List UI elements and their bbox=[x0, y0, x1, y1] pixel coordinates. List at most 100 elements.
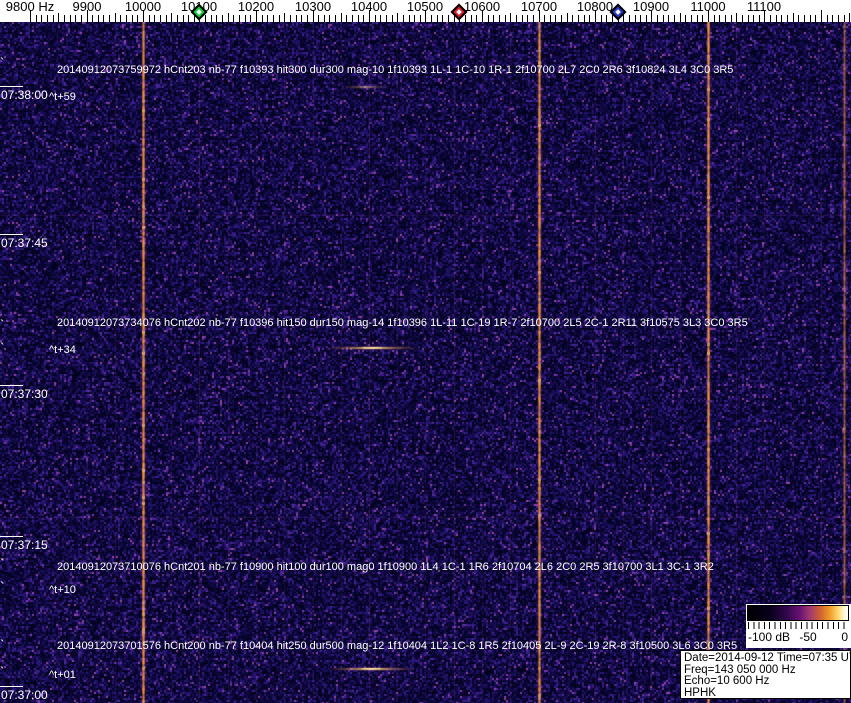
freq-tick bbox=[329, 15, 330, 22]
freq-tick bbox=[516, 15, 517, 22]
freq-tick bbox=[81, 15, 82, 22]
freq-tick bbox=[505, 15, 506, 22]
time-label-text: 07:38:00 bbox=[1, 88, 48, 102]
freq-tick bbox=[273, 15, 274, 22]
freq-tick bbox=[781, 15, 782, 22]
freq-tick bbox=[714, 15, 715, 22]
freq-tick bbox=[719, 15, 720, 22]
event-mark: ` bbox=[0, 556, 5, 571]
freq-tick bbox=[262, 15, 263, 22]
detection-log-line: 20140912073701576 hCnt200 nb-77 f10404 h… bbox=[57, 640, 738, 652]
freq-tick bbox=[488, 15, 489, 22]
freq-tick bbox=[216, 15, 217, 22]
freq-tick bbox=[601, 15, 602, 22]
detection-log-line: 20140912073710076 hCnt201 nb-77 f10900 h… bbox=[57, 561, 714, 573]
freq-tick bbox=[776, 15, 777, 22]
freq-tick bbox=[233, 15, 234, 22]
freq-tick bbox=[674, 15, 675, 22]
freq-tick bbox=[92, 15, 93, 22]
freq-tick bbox=[307, 15, 308, 22]
frequency-axis: 9800 Hz990010000101001020010300104001050… bbox=[0, 0, 851, 22]
freq-tick bbox=[550, 15, 551, 22]
info-date-line: Date=2014-09-12 Time=07:35 UTC bbox=[684, 652, 851, 664]
freq-tick bbox=[205, 15, 206, 22]
event-mark: ` bbox=[0, 340, 5, 355]
freq-axis-label: 10900 bbox=[632, 0, 670, 14]
freq-tick bbox=[36, 15, 37, 22]
freq-tick bbox=[53, 15, 54, 22]
freq-axis-label: 10200 bbox=[237, 0, 275, 14]
freq-tick bbox=[635, 15, 636, 22]
freq-tick bbox=[375, 15, 376, 22]
freq-tick bbox=[697, 15, 698, 22]
db-color-scale: -100 dB -50 0 bbox=[746, 604, 851, 648]
freq-tick bbox=[798, 15, 799, 22]
freq-tick bbox=[109, 15, 110, 22]
time-tick-line bbox=[0, 86, 23, 87]
freq-tick bbox=[691, 15, 692, 22]
freq-tick bbox=[578, 15, 579, 22]
detection-time-offset: ^t+01 bbox=[49, 669, 76, 681]
freq-tick bbox=[589, 15, 590, 22]
freq-tick bbox=[64, 15, 65, 22]
color-gradient-bar bbox=[747, 605, 849, 621]
freq-tick bbox=[380, 15, 381, 22]
freq-tick bbox=[386, 15, 387, 22]
freq-tick bbox=[499, 15, 500, 22]
color-scale-labels: -100 dB -50 0 bbox=[746, 630, 851, 646]
freq-tick bbox=[476, 15, 477, 22]
freq-tick bbox=[75, 15, 76, 22]
time-tick-line bbox=[0, 536, 23, 537]
db-max-label: 0 bbox=[841, 630, 848, 644]
freq-tick bbox=[58, 13, 59, 22]
freq-tick bbox=[211, 15, 212, 22]
freq-axis-label: 10400 bbox=[350, 0, 388, 14]
freq-tick bbox=[493, 15, 494, 22]
freq-tick bbox=[448, 15, 449, 22]
freq-tick bbox=[759, 15, 760, 22]
info-echo-line: Echo=10 600 Hz bbox=[684, 675, 770, 687]
freq-axis-label: 10800 bbox=[576, 0, 614, 14]
event-mark: ` bbox=[0, 317, 5, 332]
freq-tick bbox=[324, 15, 325, 22]
time-tick-line bbox=[0, 234, 23, 235]
freq-tick bbox=[228, 13, 229, 22]
info-station-line: HPHK bbox=[684, 686, 716, 699]
freq-tick bbox=[533, 15, 534, 22]
db-min-label: -100 dB bbox=[748, 630, 791, 644]
freq-tick bbox=[685, 15, 686, 22]
freq-tick bbox=[239, 15, 240, 22]
freq-tick bbox=[753, 15, 754, 22]
freq-tick bbox=[572, 15, 573, 22]
freq-tick bbox=[284, 13, 285, 22]
freq-tick bbox=[409, 15, 410, 22]
event-mark: ` bbox=[0, 55, 5, 70]
freq-tick bbox=[471, 15, 472, 22]
freq-tick bbox=[358, 15, 359, 22]
freq-tick bbox=[115, 13, 116, 22]
freq-tick bbox=[137, 15, 138, 22]
freq-tick bbox=[392, 15, 393, 22]
event-mark: ` bbox=[0, 579, 5, 594]
freq-tick bbox=[120, 15, 121, 22]
time-label: 07:37:30 bbox=[0, 385, 48, 401]
freq-axis-label: 11000 bbox=[690, 0, 726, 14]
freq-axis-label: 9900 bbox=[72, 0, 102, 14]
time-label: 07:37:15 bbox=[0, 536, 48, 552]
freq-tick bbox=[736, 13, 737, 22]
time-label-text: 07:37:15 bbox=[1, 538, 48, 552]
freq-tick bbox=[166, 15, 167, 22]
freq-tick bbox=[827, 15, 828, 22]
freq-tick bbox=[821, 10, 822, 22]
freq-tick bbox=[522, 15, 523, 22]
detection-log-line: 20140912073759972 hCnt203 nb-77 f10393 h… bbox=[57, 64, 734, 76]
freq-tick bbox=[420, 15, 421, 22]
freq-tick bbox=[815, 15, 816, 22]
freq-axis-label: 10000 bbox=[124, 0, 162, 14]
freq-tick bbox=[431, 15, 432, 22]
freq-tick bbox=[41, 15, 42, 22]
freq-tick bbox=[442, 15, 443, 22]
freq-tick bbox=[465, 15, 466, 22]
freq-tick bbox=[183, 15, 184, 22]
time-label: 07:37:00 bbox=[0, 686, 48, 702]
